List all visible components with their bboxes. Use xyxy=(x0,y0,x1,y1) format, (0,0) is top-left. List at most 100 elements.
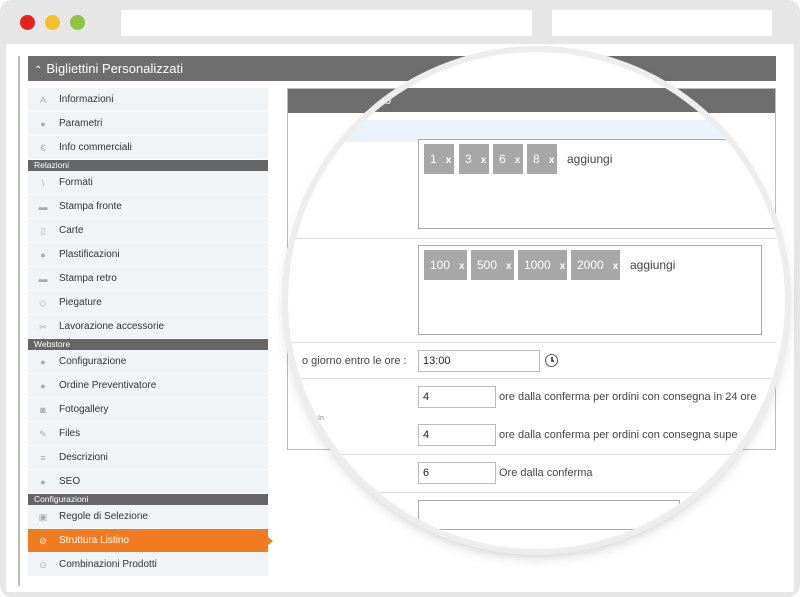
quantity-tag-label: 1 xyxy=(430,152,437,166)
info-icon: ● xyxy=(40,250,46,260)
sidebar-item-label: Configurazione xyxy=(59,356,127,367)
sidebar-item-info-commerciali[interactable]: € Info commerciali xyxy=(28,136,268,160)
quantity-tag[interactable]: 100 x xyxy=(424,250,467,280)
sidebar-item-files[interactable]: ✎ Files xyxy=(28,422,268,446)
remove-icon[interactable]: x xyxy=(459,261,465,272)
remove-icon[interactable]: x xyxy=(549,155,555,166)
sidebar-item-parametri[interactable]: ● Parametri xyxy=(28,112,268,136)
sidebar-item-fotogallery[interactable]: ◙ Fotogallery xyxy=(28,398,268,422)
sidebar-section-configurazioni: Configurazioni xyxy=(28,494,268,505)
sidebar-item-carte[interactable]: ▯ Carte xyxy=(28,219,268,243)
sidebar-section-relazioni: Relazioni xyxy=(28,160,268,171)
sidebar-item-label: Formati xyxy=(59,177,93,188)
sidebar-item-plastificazioni[interactable]: ● Plastificazioni xyxy=(28,243,268,267)
quantity-tag[interactable]: 3x xyxy=(459,144,489,174)
divider xyxy=(288,492,776,493)
quantity-tag-label: 1000 xyxy=(524,258,551,272)
info-icon: ● xyxy=(40,357,46,367)
sidebar-item-regole-di-selezione[interactable]: ▣ Regole di Selezione xyxy=(28,505,268,529)
remove-icon[interactable]: x xyxy=(446,155,452,166)
sidebar-item-label: SEO xyxy=(59,476,81,487)
sidebar-item-piegature[interactable]: ◇ Piegature xyxy=(28,291,268,315)
scissors-icon: ✂ xyxy=(39,322,47,332)
browser-search-bar[interactable] xyxy=(552,10,772,36)
sidebar-item-label: Informazioni xyxy=(59,94,114,105)
minimize-window-button[interactable] xyxy=(45,15,60,30)
sidebar-item-label: Plastificazioni xyxy=(59,249,120,260)
font-icon: A xyxy=(39,95,46,105)
quantity-tag[interactable]: 6x xyxy=(493,144,523,174)
sidebar-item-label: Combinazioni Prodotti xyxy=(59,559,157,570)
info-icon: ● xyxy=(40,477,46,487)
printer-icon: ▬ xyxy=(38,202,48,212)
sidebar-item-label: Files xyxy=(59,428,81,439)
sidebar-item-ordine-preventivatore[interactable]: ● Ordine Preventivatore xyxy=(28,374,268,398)
page-left-rule xyxy=(18,56,20,586)
sidebar-item-seo[interactable]: ● SEO xyxy=(28,470,268,494)
maximize-window-button[interactable] xyxy=(70,15,85,30)
quantity-tag-label: 3 xyxy=(465,152,472,166)
time-input[interactable]: 13:00 xyxy=(418,350,540,372)
info-icon: ● xyxy=(40,119,46,129)
remove-icon[interactable]: x xyxy=(506,261,512,272)
sidebar-item-label: Ordine Preventivatore xyxy=(59,380,157,391)
quantity-tag[interactable]: 1x xyxy=(424,144,454,174)
lock-icon: ▣ xyxy=(38,512,48,522)
sidebar-item-descrizioni[interactable]: ≡ Descrizioni xyxy=(28,446,268,470)
sidebar-item-combinazioni-prodotti[interactable]: ⊙ Combinazioni Prodotti xyxy=(28,553,268,577)
remove-icon[interactable]: x xyxy=(515,155,521,166)
divider xyxy=(288,454,776,455)
add-quantity-button[interactable]: aggiungi xyxy=(630,250,675,280)
hours-conferma-label: Ore dalla conferma xyxy=(499,467,593,479)
close-window-button[interactable] xyxy=(20,15,35,30)
sidebar: A Informazioni ● Parametri € Info commercia… xyxy=(28,88,273,577)
sidebar-item-label: Descrizioni xyxy=(59,452,108,463)
magnifier-lens: ⚙ Struttura Listino Configurazio 1x 3x 6… xyxy=(288,52,785,549)
sidebar-item-label: Stampa retro xyxy=(59,273,117,284)
divider xyxy=(288,238,776,239)
remove-icon[interactable]: x xyxy=(613,261,619,272)
hours-24h-input[interactable]: 4 xyxy=(418,386,496,408)
address-bar[interactable] xyxy=(121,10,532,36)
panel-title: ⚙ Struttura Listino xyxy=(288,88,776,112)
sidebar-section-webstore: Webstore xyxy=(28,339,268,350)
euro-icon: € xyxy=(40,143,46,153)
divider xyxy=(288,378,776,379)
sidebar-item-label: Carte xyxy=(59,225,84,236)
printer-icon: ▬ xyxy=(38,274,48,284)
remove-icon[interactable]: x xyxy=(560,261,566,272)
sidebar-item-label: Parametri xyxy=(59,118,103,129)
hours-super-input[interactable]: 4 xyxy=(418,424,496,446)
hours-conferma-input[interactable]: 6 xyxy=(418,462,496,484)
time-label: o giorno entro le ore : xyxy=(302,355,407,367)
sidebar-item-configurazione[interactable]: ● Configurazione xyxy=(28,350,268,374)
quantity-tag-label: 6 xyxy=(499,152,506,166)
clock-icon[interactable] xyxy=(545,354,558,367)
quantity-tag-label: 2000 xyxy=(577,258,604,272)
sidebar-item-stampa-fronte[interactable]: ▬ Stampa fronte xyxy=(28,195,268,219)
sidebar-item-lavorazione-accessorie[interactable]: ✂ Lavorazione accessorie xyxy=(28,315,268,339)
info-icon: ● xyxy=(40,381,46,391)
sidebar-item-stampa-retro[interactable]: ▬ Stampa retro xyxy=(28,267,268,291)
divider xyxy=(288,342,776,343)
panel-title-text: Struttura Listino xyxy=(307,93,392,107)
quantity-tag[interactable]: 500 x xyxy=(471,250,514,280)
next-field[interactable] xyxy=(418,500,680,530)
quantity-tag-label: 8 xyxy=(533,152,540,166)
quantity-tag[interactable]: 1000 x xyxy=(518,250,567,280)
fold-icon: ◇ xyxy=(39,298,47,308)
row-label-fragment: In xyxy=(318,415,324,422)
sidebar-item-formati[interactable]: \ Formati xyxy=(28,171,268,195)
add-quantity-button[interactable]: aggiungi xyxy=(567,144,612,174)
hours-super-label: ore dalla conferma per ordini con conseg… xyxy=(499,429,738,441)
quantity-tag[interactable]: 8x xyxy=(527,144,557,174)
sidebar-item-struttura-listino[interactable]: ⊘ Struttura Listino xyxy=(28,529,273,553)
sidebar-item-label: Stampa fronte xyxy=(59,201,122,212)
remove-icon[interactable]: x xyxy=(481,155,487,166)
quantity-tag-label: 100 xyxy=(430,258,451,272)
sidebar-item-label: Info commerciali xyxy=(59,142,132,153)
sidebar-item-label: Regole di Selezione xyxy=(59,511,148,522)
quantity-tag[interactable]: 2000 x xyxy=(571,250,620,280)
sidebar-item-informazioni[interactable]: A Informazioni xyxy=(28,88,268,112)
quantity-tag-label: 500 xyxy=(477,258,498,272)
